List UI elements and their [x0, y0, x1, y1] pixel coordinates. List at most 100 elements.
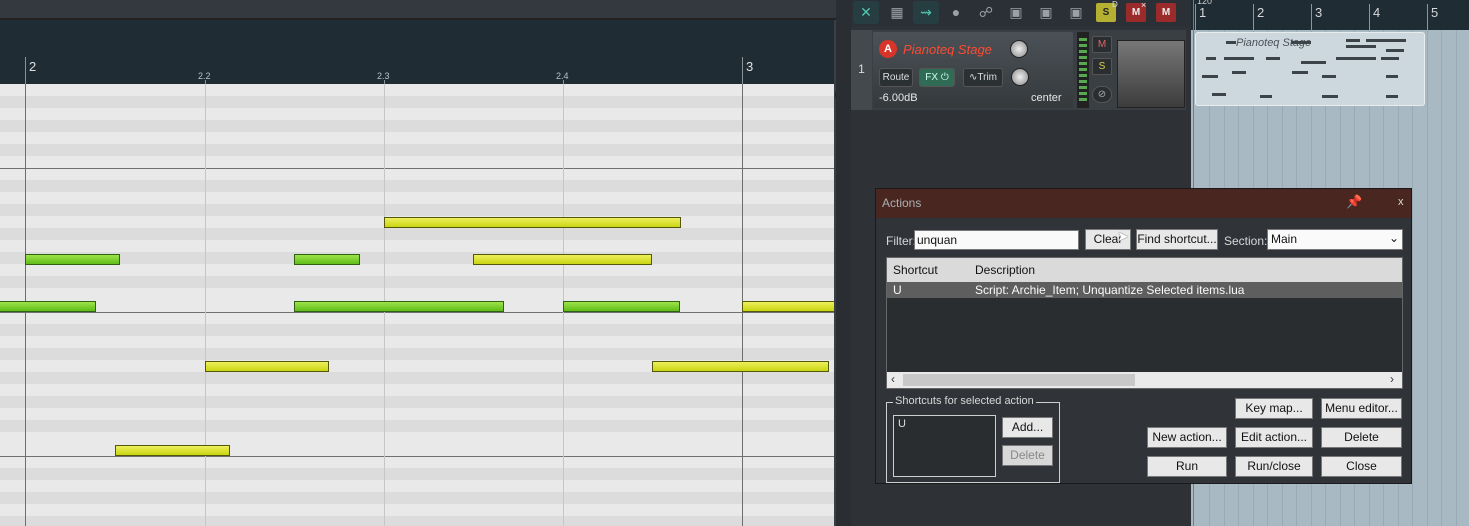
track-mute-button[interactable]: M	[1092, 36, 1112, 53]
piano-lane	[0, 480, 834, 492]
midi-note[interactable]	[473, 254, 652, 265]
run-close-button[interactable]: Run/close	[1235, 456, 1313, 477]
ruler-tick	[25, 57, 26, 84]
close-icon[interactable]: x	[1398, 196, 1404, 208]
midi-note[interactable]	[0, 301, 96, 312]
actions-list[interactable]: Shortcut Description ⌃ U Script: Archie_…	[886, 254, 1403, 389]
midi-note[interactable]	[563, 301, 680, 312]
midi-note[interactable]	[115, 445, 230, 456]
fx-embedded-ui[interactable]	[1117, 40, 1185, 108]
delete-action-button[interactable]: Delete	[1321, 427, 1402, 448]
edit-action-button[interactable]: Edit action...	[1235, 427, 1313, 448]
volume-knob[interactable]	[1010, 40, 1028, 58]
piano-lane	[0, 240, 834, 252]
close-icon: ×	[1141, 0, 1147, 10]
piano-lane	[0, 456, 834, 468]
fx-button[interactable]: FX ⏻	[919, 68, 955, 87]
midi-note[interactable]	[384, 217, 681, 228]
dialog-title-bar[interactable]: Actions 📌 x	[876, 189, 1411, 218]
menu-editor-button[interactable]: Menu editor...	[1321, 398, 1402, 419]
power-icon: ⏻	[940, 72, 949, 83]
ruler-bar-2: 2	[29, 59, 37, 74]
close-button[interactable]: Close	[1321, 456, 1402, 477]
midi-item[interactable]: Pianoteq Stage	[1195, 32, 1425, 106]
marker-icon[interactable]: ●	[943, 1, 969, 24]
volume-readout: -6.00dB	[879, 92, 918, 104]
mute-button[interactable]: M	[1156, 3, 1176, 22]
midi-note[interactable]	[25, 254, 120, 265]
delete-shortcut-button[interactable]: Delete	[1002, 445, 1053, 466]
folder-icon[interactable]: ▣	[1003, 1, 1029, 24]
record-arm-button[interactable]: A	[879, 40, 897, 58]
lock-icon[interactable]: ▲	[835, 88, 836, 102]
grid-icon[interactable]: ▦	[884, 1, 910, 24]
chevron-right-icon[interactable]: ›	[1390, 372, 1394, 386]
main-toolbar: ✕ ▦ ⇝ ● ☍ ▣ ▣ ▣ S D M × M	[851, 0, 1191, 26]
folder-stack-icon[interactable]: ▣	[1033, 1, 1059, 24]
timeline-bar-1: 1	[1199, 5, 1207, 20]
column-header-description[interactable]: Description	[975, 263, 1035, 277]
envelope-icon[interactable]: ✕	[853, 1, 879, 24]
piano-lane	[0, 420, 834, 432]
midi-note[interactable]	[294, 254, 360, 265]
piano-lane	[0, 396, 834, 408]
horizontal-scrollbar[interactable]: ‹ ›	[887, 372, 1402, 388]
open-folder-icon[interactable]: ▣	[1063, 1, 1089, 24]
section-value: Main	[1271, 232, 1298, 246]
midi-toolbar	[0, 0, 836, 20]
piano-lane	[0, 168, 834, 180]
pan-readout: center	[1031, 92, 1062, 104]
midi-note[interactable]	[652, 361, 829, 372]
column-header-shortcut[interactable]: Shortcut	[893, 263, 938, 277]
new-action-button[interactable]: New action...	[1147, 427, 1227, 448]
route-button[interactable]: Route	[879, 68, 913, 87]
piano-lane	[0, 120, 834, 132]
midi-vertical-scrollbar[interactable]: ▲	[834, 20, 836, 526]
track-header[interactable]: A Pianoteq Stage Route FX ⏻ ∿Trim -6.00d…	[873, 32, 1073, 108]
ripple-edit-icon[interactable]: ⇝	[913, 1, 939, 24]
lock-icon[interactable]: ☍	[973, 1, 999, 24]
list-row[interactable]: U Script: Archie_Item; Unquantize Select…	[887, 282, 1402, 298]
piano-lane	[0, 288, 834, 300]
pan-knob[interactable]	[1011, 68, 1029, 86]
filter-input[interactable]	[914, 230, 1079, 250]
chevron-left-icon[interactable]: ‹	[891, 372, 895, 386]
piano-lane	[0, 348, 834, 360]
timeline-bar-5: 5	[1431, 5, 1439, 20]
track-number: 1	[851, 30, 872, 110]
run-button[interactable]: Run	[1147, 456, 1227, 477]
actions-dialog: Actions 📌 x Filter: Clear Find shortcut.…	[875, 188, 1412, 484]
find-shortcut-button[interactable]: Find shortcut...	[1136, 229, 1218, 250]
trim-button[interactable]: ∿Trim	[963, 68, 1003, 87]
timeline-bar-4: 4	[1373, 5, 1381, 20]
track-control-panel[interactable]: 1 A Pianoteq Stage Route FX ⏻ ∿Trim -6.0…	[851, 30, 1186, 110]
track-solo-button[interactable]: S	[1092, 58, 1112, 75]
list-header: Shortcut Description ⌃	[887, 254, 1402, 282]
midi-note[interactable]	[205, 361, 329, 372]
scrollbar-thumb[interactable]	[903, 374, 1135, 386]
piano-lane	[0, 504, 834, 516]
piano-roll[interactable]	[0, 84, 834, 526]
track-name[interactable]: Pianoteq Stage	[903, 42, 992, 57]
piano-lane	[0, 384, 834, 396]
piano-lane	[0, 252, 834, 264]
ruler-tick	[742, 57, 743, 84]
piano-lane	[0, 144, 834, 156]
shortcuts-list[interactable]: U	[893, 415, 996, 477]
timeline-ruler[interactable]: 120 1 2 3 4 5	[1191, 0, 1469, 30]
shortcut-item[interactable]: U	[898, 418, 906, 430]
ruler-bar-3: 3	[746, 59, 754, 74]
ruler-beat-2-4: 2.4	[556, 71, 569, 81]
section-dropdown[interactable]: Main ⌄	[1267, 229, 1403, 250]
midi-note[interactable]	[294, 301, 504, 312]
shortcuts-group-label: Shortcuts for selected action	[893, 395, 1036, 407]
ruler-beat-2-3: 2.3	[377, 71, 390, 81]
phase-icon[interactable]: ⊘	[1092, 86, 1112, 103]
piano-lane	[0, 516, 834, 526]
midi-ruler[interactable]: 2 2.2 2.3 2.4 3	[0, 20, 836, 84]
key-map-button[interactable]: Key map...	[1235, 398, 1313, 419]
pin-icon[interactable]: 📌	[1346, 194, 1362, 210]
midi-note[interactable]	[742, 301, 834, 312]
sort-caret-icon: ⌃	[1257, 254, 1266, 265]
add-shortcut-button[interactable]: Add...	[1002, 417, 1053, 438]
